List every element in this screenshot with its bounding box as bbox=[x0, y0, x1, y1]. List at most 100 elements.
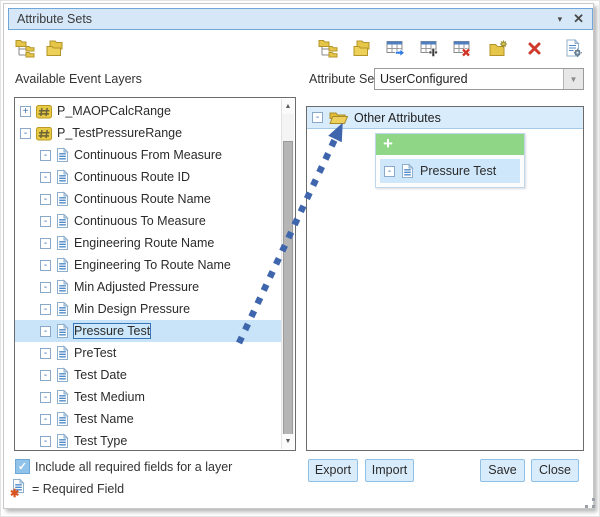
open-folders-icon bbox=[46, 40, 65, 57]
tree-item[interactable]: - Test Name bbox=[15, 408, 281, 430]
tree-expander-icon[interactable]: - bbox=[40, 414, 51, 425]
delete-button[interactable] bbox=[523, 38, 545, 59]
tree-item[interactable]: - Test Type bbox=[15, 430, 281, 450]
other-attributes-label: Other Attributes bbox=[354, 111, 441, 125]
drop-add-indicator: + bbox=[376, 134, 524, 155]
tree-expander-icon[interactable]: - bbox=[40, 282, 51, 293]
required-asterisk-icon: ✱ bbox=[10, 487, 19, 500]
event-layers-tree: + P_MAOPCalcRange - P_TestPressureRange … bbox=[15, 100, 281, 450]
document-gear-icon bbox=[565, 39, 582, 58]
field-icon bbox=[56, 367, 69, 383]
attribute-set-label: Attribute Set: bbox=[309, 72, 381, 86]
tree-expander-icon[interactable]: - bbox=[20, 128, 31, 139]
dragged-item-row: - Pressure Test bbox=[380, 159, 520, 183]
red-x-icon bbox=[526, 40, 543, 57]
tree-item[interactable]: - PreTest bbox=[15, 342, 281, 364]
scroll-up-icon[interactable]: ▲ bbox=[282, 99, 294, 114]
field-icon bbox=[56, 235, 69, 251]
export-event-table-button[interactable] bbox=[384, 38, 406, 59]
tree-expander-icon[interactable]: - bbox=[312, 112, 323, 123]
export-button[interactable]: Export bbox=[308, 459, 358, 482]
attribute-set-tree-icon bbox=[15, 39, 35, 58]
dropdown-caret-icon[interactable]: ▼ bbox=[563, 69, 583, 89]
tree-expander-icon: - bbox=[384, 166, 395, 177]
field-icon bbox=[56, 257, 69, 273]
close-button[interactable]: Close bbox=[531, 459, 579, 482]
add-event-table-button[interactable] bbox=[418, 38, 440, 59]
tree-expander-icon[interactable]: - bbox=[40, 260, 51, 271]
folder-gear-icon bbox=[489, 40, 508, 57]
tree-item[interactable]: - Pressure Test bbox=[15, 320, 281, 342]
table-arrow-icon bbox=[386, 40, 405, 57]
field-icon bbox=[401, 163, 414, 179]
close-icon[interactable]: ✕ bbox=[571, 11, 592, 27]
field-icon bbox=[56, 169, 69, 185]
tree-scrollbar[interactable]: ▲ ▼ bbox=[281, 99, 294, 449]
attribute-sets-window: Attribute Sets ▾ ✕ Available Event Layer… bbox=[0, 0, 600, 517]
other-attributes-node[interactable]: - Other Attributes bbox=[307, 107, 583, 129]
tree-item[interactable]: - Continuous Route Name bbox=[15, 188, 281, 210]
tree-item[interactable]: - P_TestPressureRange bbox=[15, 122, 281, 144]
scrollbar-thumb[interactable] bbox=[283, 141, 293, 436]
tree-item[interactable]: - Engineering Route Name bbox=[15, 232, 281, 254]
tree-item[interactable]: + P_MAOPCalcRange bbox=[15, 100, 281, 122]
field-icon bbox=[56, 433, 69, 449]
event-layer-icon bbox=[36, 126, 52, 141]
attribute-set-dropdown[interactable]: UserConfigured ▼ bbox=[374, 68, 584, 90]
title-bar: Attribute Sets ▾ ✕ bbox=[8, 8, 593, 30]
tree-expander-icon[interactable]: - bbox=[40, 392, 51, 403]
tree-expander-icon[interactable]: - bbox=[40, 150, 51, 161]
include-required-fields-checkbox[interactable]: ✓ bbox=[15, 459, 30, 474]
new-attribute-set-button[interactable] bbox=[14, 38, 36, 59]
new-attribute-set-button[interactable] bbox=[317, 38, 339, 59]
scroll-down-icon[interactable]: ▼ bbox=[282, 434, 294, 449]
tree-item[interactable]: - Test Date bbox=[15, 364, 281, 386]
remove-event-table-button[interactable] bbox=[451, 38, 473, 59]
table-plus-icon bbox=[420, 40, 439, 57]
field-icon bbox=[56, 279, 69, 295]
open-attribute-set-button[interactable] bbox=[351, 38, 373, 59]
open-folders-icon bbox=[353, 40, 372, 57]
tree-expander-icon[interactable]: - bbox=[40, 370, 51, 381]
tree-item[interactable]: - Min Adjusted Pressure bbox=[15, 276, 281, 298]
open-folder-icon bbox=[329, 110, 348, 125]
tree-expander-icon[interactable]: - bbox=[40, 326, 51, 337]
tree-item[interactable]: - Test Medium bbox=[15, 386, 281, 408]
tree-expander-icon[interactable]: - bbox=[40, 194, 51, 205]
table-remove-icon bbox=[453, 40, 472, 57]
tree-expander-icon[interactable]: - bbox=[40, 238, 51, 249]
import-button[interactable]: Import bbox=[365, 459, 414, 482]
folder-settings-button[interactable] bbox=[487, 38, 509, 59]
tree-expander-icon[interactable]: + bbox=[20, 106, 31, 117]
tree-expander-icon[interactable]: - bbox=[40, 172, 51, 183]
dragged-item-label: Pressure Test bbox=[420, 164, 496, 178]
field-icon bbox=[56, 191, 69, 207]
tree-expander-icon[interactable]: - bbox=[40, 436, 51, 447]
window-menu-caret-icon[interactable]: ▾ bbox=[549, 14, 572, 25]
tree-expander-icon[interactable]: - bbox=[40, 216, 51, 227]
drag-ghost-body: - Pressure Test bbox=[376, 155, 524, 187]
tree-expander-icon[interactable]: - bbox=[40, 304, 51, 315]
field-icon bbox=[56, 147, 69, 163]
tree-item[interactable]: - Continuous Route ID bbox=[15, 166, 281, 188]
attribute-set-tree-icon bbox=[318, 39, 338, 58]
event-layer-icon bbox=[36, 104, 52, 119]
field-icon bbox=[56, 389, 69, 405]
open-attribute-set-button[interactable] bbox=[44, 38, 66, 59]
field-icon bbox=[56, 345, 69, 361]
document-settings-button[interactable] bbox=[562, 38, 584, 59]
attribute-set-panel: - Other Attributes + - Pressure Test bbox=[306, 106, 584, 451]
field-icon bbox=[56, 213, 69, 229]
required-field-icon: ✱ bbox=[12, 478, 30, 497]
tree-item[interactable]: - Continuous To Measure bbox=[15, 210, 281, 232]
tree-item[interactable]: - Engineering To Route Name bbox=[15, 254, 281, 276]
field-icon bbox=[56, 323, 69, 339]
tree-item[interactable]: - Continuous From Measure bbox=[15, 144, 281, 166]
window-title: Attribute Sets bbox=[9, 12, 549, 26]
resize-grip[interactable] bbox=[580, 497, 595, 512]
tree-item[interactable]: - Min Design Pressure bbox=[15, 298, 281, 320]
save-button[interactable]: Save bbox=[480, 459, 525, 482]
drag-ghost: + - Pressure Test bbox=[375, 133, 525, 188]
field-icon bbox=[56, 301, 69, 317]
tree-expander-icon[interactable]: - bbox=[40, 348, 51, 359]
